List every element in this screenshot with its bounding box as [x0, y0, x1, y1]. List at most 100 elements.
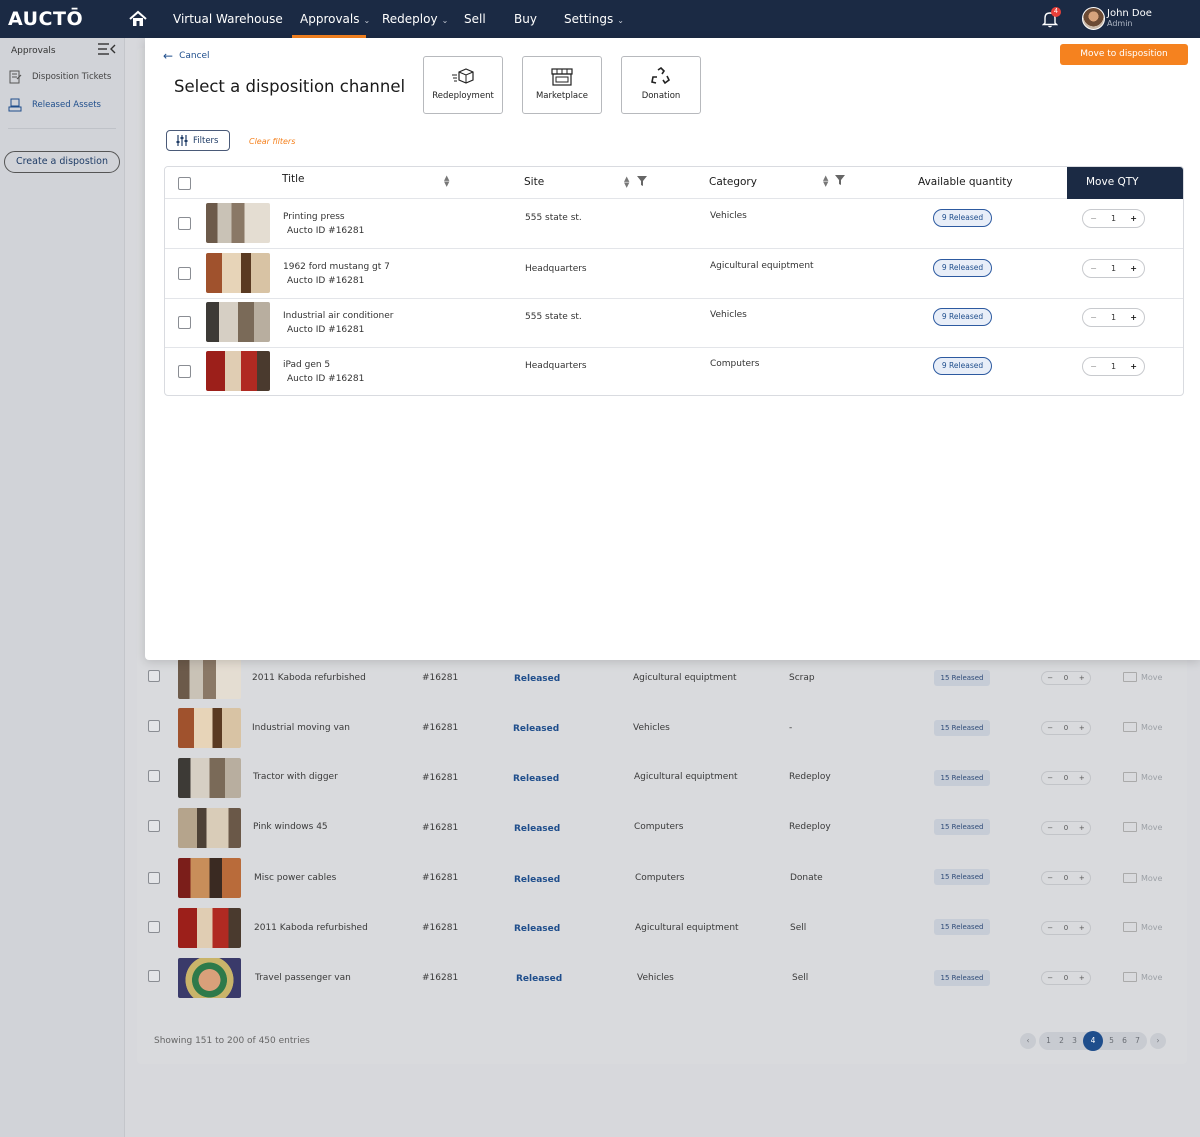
quantity-stepper[interactable]: − 0 + [1041, 821, 1091, 835]
plus-icon[interactable]: + [1079, 774, 1085, 782]
table-row[interactable]: Misc power cables #16281 Released Comput… [137, 853, 1187, 903]
quantity-stepper[interactable]: − 1 + [1082, 308, 1145, 327]
table-row[interactable]: Tractor with digger #16281 Released Agic… [137, 753, 1187, 803]
channel-marketplace[interactable]: Marketplace [522, 56, 602, 114]
current-page[interactable]: 4 [1083, 1031, 1103, 1051]
page-link[interactable]: 5 [1105, 1032, 1118, 1050]
channel-donation[interactable]: Donation [621, 56, 701, 114]
asset-title[interactable]: Tractor with digger [253, 772, 338, 782]
quantity-stepper[interactable]: − 1 + [1082, 209, 1145, 228]
table-row[interactable]: 2011 Kaboda refurbished #16281 Released … [137, 653, 1187, 703]
page-link[interactable]: 3 [1068, 1032, 1081, 1050]
asset-title[interactable]: 2011 Kaboda refurbished [252, 673, 366, 683]
move-to-disposition-button[interactable]: Move to disposition [1060, 44, 1188, 65]
quantity-stepper[interactable]: − 0 + [1041, 771, 1091, 785]
aucto-logo[interactable]: AUCTŌ [8, 8, 83, 30]
sidebar-item-disposition-tickets[interactable]: Disposition Tickets [8, 70, 111, 84]
move-button[interactable]: Move [1123, 672, 1162, 682]
column-category[interactable]: Category [709, 176, 757, 188]
quantity-stepper[interactable]: − 1 + [1082, 357, 1145, 376]
home-icon[interactable] [128, 9, 148, 29]
select-all-checkbox[interactable] [178, 177, 191, 190]
minus-icon[interactable]: − [1090, 214, 1097, 223]
minus-icon[interactable]: − [1047, 774, 1053, 782]
asset-title[interactable]: Travel passenger van [255, 973, 351, 983]
plus-icon[interactable]: + [1079, 724, 1085, 732]
filter-icon[interactable] [637, 176, 647, 186]
asset-title[interactable]: Industrial moving van [252, 723, 350, 733]
nav-approvals[interactable]: Approvals ⌄ [300, 12, 370, 26]
quantity-stepper[interactable]: − 0 + [1041, 871, 1091, 885]
row-checkbox[interactable] [148, 872, 160, 884]
plus-icon[interactable]: + [1079, 874, 1085, 882]
nav-settings[interactable]: Settings ⌄ [564, 12, 624, 26]
minus-icon[interactable]: − [1047, 724, 1053, 732]
page-link[interactable]: 2 [1055, 1032, 1068, 1050]
plus-icon[interactable]: + [1130, 313, 1137, 322]
collapse-sidebar-icon[interactable] [98, 43, 116, 55]
minus-icon[interactable]: − [1047, 824, 1053, 832]
table-row[interactable]: Pink windows 45 #16281 Released Computer… [137, 803, 1187, 853]
channel-redeployment[interactable]: Redeployment [423, 56, 503, 114]
filters-button[interactable]: Filters [166, 130, 230, 151]
asset-title[interactable]: 2011 Kaboda refurbished [254, 923, 368, 933]
asset-title[interactable]: Misc power cables [254, 873, 336, 883]
sort-icon[interactable]: ▲ ▼ [624, 176, 629, 189]
minus-icon[interactable]: − [1047, 674, 1053, 682]
move-button[interactable]: Move [1123, 922, 1162, 932]
plus-icon[interactable]: + [1130, 264, 1137, 273]
minus-icon[interactable]: − [1090, 313, 1097, 322]
plus-icon[interactable]: + [1130, 214, 1137, 223]
nav-virtual-warehouse[interactable]: Virtual Warehouse [173, 12, 283, 26]
row-checkbox[interactable] [178, 217, 191, 230]
quantity-stepper[interactable]: − 0 + [1041, 921, 1091, 935]
minus-icon[interactable]: − [1047, 874, 1053, 882]
minus-icon[interactable]: − [1047, 974, 1053, 982]
row-checkbox[interactable] [148, 820, 160, 832]
move-button[interactable]: Move [1123, 873, 1162, 883]
create-disposition-button[interactable]: Create a dispostion [4, 151, 120, 173]
move-button[interactable]: Move [1123, 972, 1162, 982]
sidebar-item-released-assets[interactable]: Released Assets [8, 98, 101, 112]
table-row[interactable]: 2011 Kaboda refurbished #16281 Released … [137, 903, 1187, 953]
move-button[interactable]: Move [1123, 722, 1162, 732]
quantity-stepper[interactable]: − 0 + [1041, 721, 1091, 735]
minus-icon[interactable]: − [1090, 362, 1097, 371]
row-checkbox[interactable] [148, 670, 160, 682]
nav-buy[interactable]: Buy [514, 12, 537, 26]
column-title[interactable]: Title [282, 173, 305, 185]
row-checkbox[interactable] [178, 267, 191, 280]
page-link[interactable]: 6 [1118, 1032, 1131, 1050]
sort-icon[interactable]: ▲ ▼ [823, 175, 828, 188]
row-checkbox[interactable] [148, 921, 160, 933]
nav-redeploy[interactable]: Redeploy ⌄ [382, 12, 448, 26]
chevron-right-icon[interactable]: › [1150, 1033, 1166, 1049]
row-checkbox[interactable] [178, 365, 191, 378]
move-button[interactable]: Move [1123, 772, 1162, 782]
asset-name[interactable]: Printing press [283, 212, 345, 222]
asset-name[interactable]: 1962 ford mustang gt 7 [283, 262, 390, 272]
plus-icon[interactable]: + [1079, 924, 1085, 932]
asset-name[interactable]: Industrial air conditioner [283, 311, 394, 321]
asset-title[interactable]: Pink windows 45 [253, 822, 328, 832]
table-row[interactable]: Printing press Aucto ID #16281 555 state… [165, 199, 1183, 249]
user-name[interactable]: John Doe [1107, 8, 1152, 19]
sort-icon[interactable]: ▲ ▼ [444, 175, 449, 188]
row-checkbox[interactable] [178, 316, 191, 329]
plus-icon[interactable]: + [1079, 824, 1085, 832]
row-checkbox[interactable] [148, 970, 160, 982]
table-row[interactable]: iPad gen 5 Aucto ID #16281 Headquarters … [165, 347, 1183, 395]
quantity-stepper[interactable]: − 1 + [1082, 259, 1145, 278]
minus-icon[interactable]: − [1047, 924, 1053, 932]
plus-icon[interactable]: + [1079, 674, 1085, 682]
chevron-left-icon[interactable]: ‹ [1020, 1033, 1036, 1049]
asset-name[interactable]: iPad gen 5 [283, 360, 330, 370]
move-button[interactable]: Move [1123, 822, 1162, 832]
plus-icon[interactable]: + [1079, 974, 1085, 982]
table-row[interactable]: Industrial moving van #16281 Released Ve… [137, 703, 1187, 753]
filter-icon[interactable] [835, 175, 845, 185]
page-link[interactable]: 7 [1131, 1032, 1144, 1050]
table-row[interactable]: 1962 ford mustang gt 7 Aucto ID #16281 H… [165, 249, 1183, 299]
table-row[interactable]: Industrial air conditioner Aucto ID #162… [165, 298, 1183, 348]
minus-icon[interactable]: − [1090, 264, 1097, 273]
